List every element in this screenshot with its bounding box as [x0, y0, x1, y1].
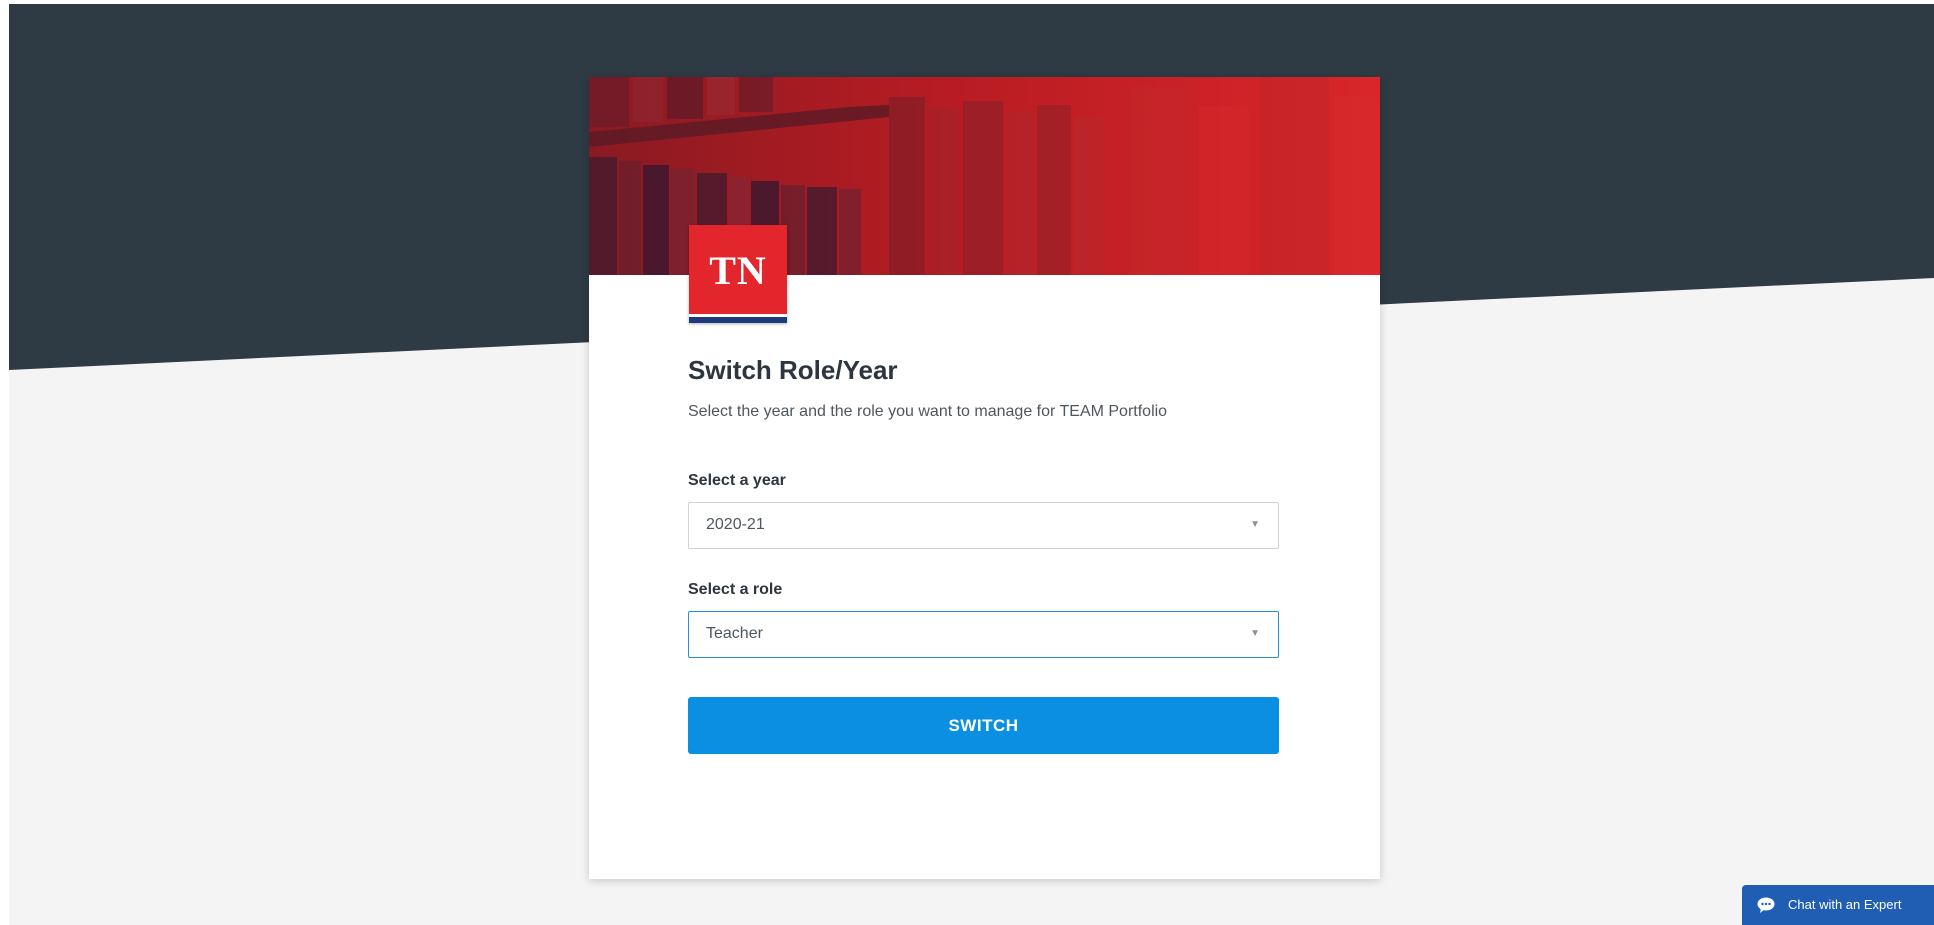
- chat-bubble-icon: [1757, 897, 1775, 913]
- switch-button[interactable]: SWITCH: [688, 697, 1279, 754]
- chevron-down-icon: ▼: [1250, 519, 1260, 530]
- switch-role-card: TN Switch Role/Year Select the year and …: [589, 77, 1380, 879]
- role-label: Select a role: [688, 581, 783, 598]
- tn-logo: TN: [689, 225, 787, 323]
- chat-label: Chat with an Expert: [1788, 897, 1902, 912]
- year-label: Select a year: [688, 472, 786, 489]
- year-select[interactable]: 2020-21 ▼: [688, 502, 1279, 549]
- logo-stripe-blue: [689, 317, 787, 323]
- logo-text: TN: [709, 248, 767, 293]
- role-select[interactable]: Teacher ▼: [688, 611, 1279, 658]
- page-title: Switch Role/Year: [688, 355, 898, 385]
- chat-with-expert-button[interactable]: Chat with an Expert: [1742, 885, 1934, 925]
- year-select-value: 2020-21: [706, 516, 765, 533]
- page: TN Switch Role/Year Select the year and …: [0, 0, 1934, 925]
- page-subtitle: Select the year and the role you want to…: [688, 403, 1168, 420]
- role-select-value: Teacher: [706, 625, 763, 642]
- chevron-down-icon: ▼: [1250, 628, 1260, 639]
